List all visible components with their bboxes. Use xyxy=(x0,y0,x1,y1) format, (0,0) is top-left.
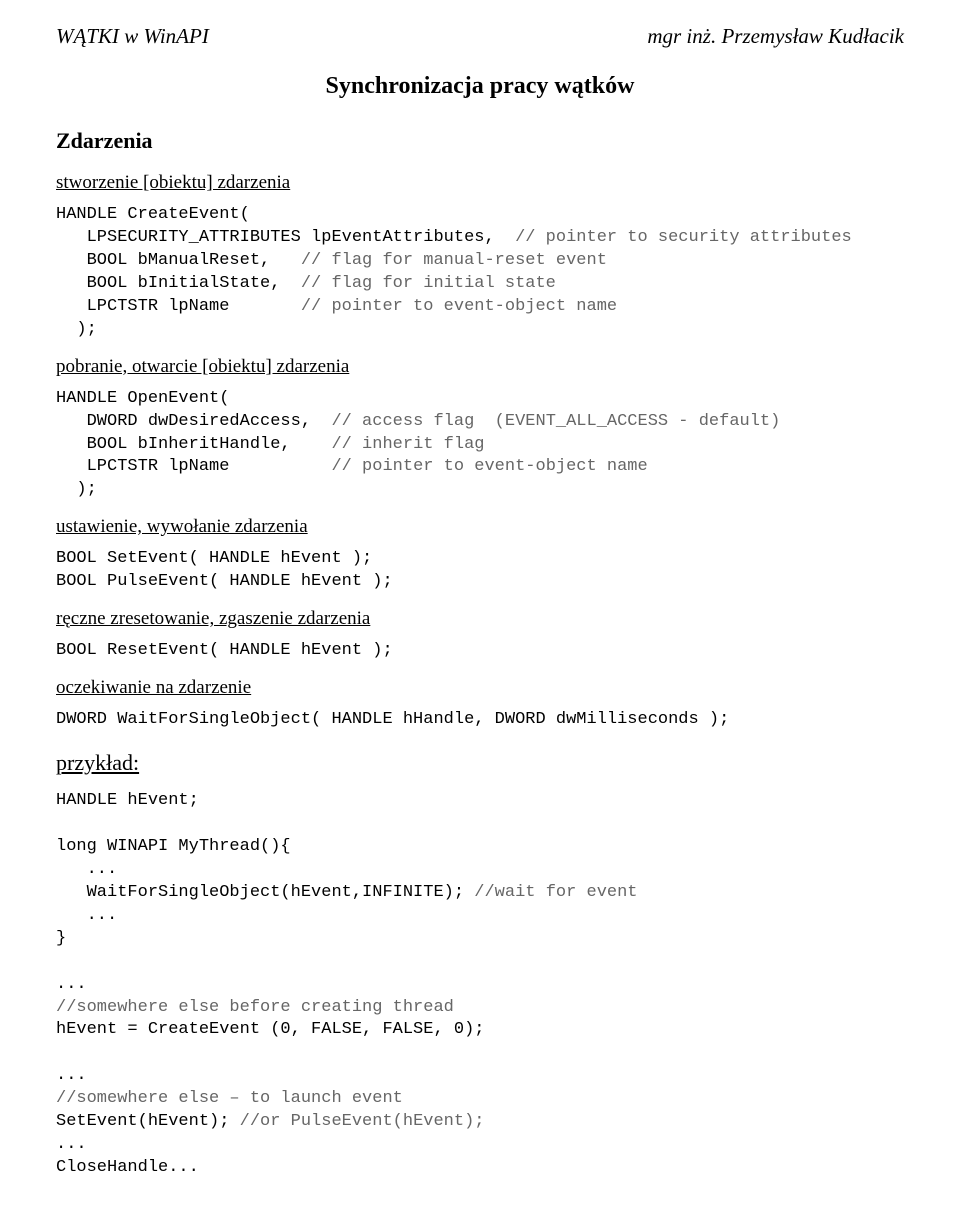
code-set-event: BOOL SetEvent( HANDLE hEvent ); BOOL Pul… xyxy=(56,548,904,594)
subheading-reset: ręczne zresetowanie, zgaszenie zdarzenia xyxy=(56,608,904,630)
header-left: WĄTKI w WinAPI xyxy=(56,24,209,49)
subheading-create: stworzenie [obiektu] zdarzenia xyxy=(56,172,904,194)
subheading-open: pobranie, otwarcie [obiektu] zdarzenia xyxy=(56,356,904,378)
example-heading: przykład: xyxy=(56,750,904,776)
code-create-event: HANDLE CreateEvent( LPSECURITY_ATTRIBUTE… xyxy=(56,204,904,342)
header-right: mgr inż. Przemysław Kudłacik xyxy=(647,24,904,49)
code-wait: DWORD WaitForSingleObject( HANDLE hHandl… xyxy=(56,709,904,732)
code-open-event: HANDLE OpenEvent( DWORD dwDesiredAccess,… xyxy=(56,388,904,503)
subheading-set: ustawienie, wywołanie zdarzenia xyxy=(56,516,904,538)
code-reset-event: BOOL ResetEvent( HANDLE hEvent ); xyxy=(56,640,904,663)
code-example: HANDLE hEvent; long WINAPI MyThread(){ .… xyxy=(56,790,904,1180)
page: WĄTKI w WinAPI mgr inż. Przemysław Kudła… xyxy=(0,0,960,1226)
section-title: Zdarzenia xyxy=(56,128,904,154)
page-header: WĄTKI w WinAPI mgr inż. Przemysław Kudła… xyxy=(56,24,904,49)
center-title: Synchronizacja pracy wątków xyxy=(56,73,904,100)
subheading-wait: oczekiwanie na zdarzenie xyxy=(56,677,904,699)
